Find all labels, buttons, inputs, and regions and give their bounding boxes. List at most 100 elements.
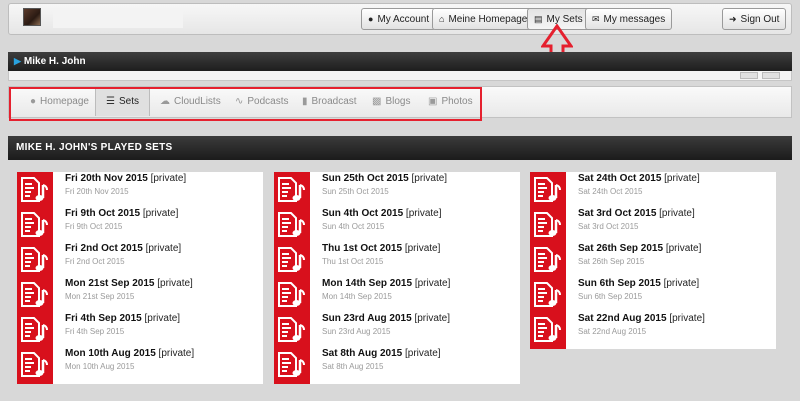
expand-triangle-icon[interactable]: ▶ [14,56,21,66]
set-title-text: Sat 3rd Oct 2015 [578,208,657,219]
set-list-item[interactable]: Sat 22nd Aug 2015 [private] Sat 22nd Aug … [530,312,776,347]
panel-control[interactable] [740,72,758,79]
privacy-label: [private] [669,313,705,324]
my-account-button[interactable]: ● My Account [361,8,437,30]
set-date: Sun 4th Oct 2015 [322,222,385,231]
set-title-text: Mon 10th Aug 2015 [65,348,156,359]
sets-column: Fri 20th Nov 2015 [private] Fri 20th Nov … [17,172,263,384]
set-title-text: Fri 9th Oct 2015 [65,208,141,219]
set-title-text: Sun 4th Oct 2015 [322,208,404,219]
envelope-icon: ✉ [592,14,600,24]
set-list-item[interactable]: Fri 2nd Oct 2015 [private] Fri 2nd Oct 20… [17,242,263,277]
set-title[interactable]: Thu 1st Oct 2015 [private] [322,243,440,254]
set-title-text: Sun 25th Oct 2015 [322,173,409,184]
privacy-label: [private] [405,208,442,219]
set-title[interactable]: Fri 4th Sep 2015 [private] [65,313,180,324]
tabs-highlight-annotation [9,87,482,121]
privacy-label: [private] [158,348,195,359]
music-playlist-icon [276,351,306,378]
set-title[interactable]: Fri 2nd Oct 2015 [private] [65,243,181,254]
set-list-item[interactable]: Fri 4th Sep 2015 [private] Fri 4th Sep 20… [17,312,263,347]
set-title[interactable]: Sun 6th Sep 2015 [private] [578,278,699,289]
section-title: MIKE H. JOHN'S PLAYED SETS [8,136,792,160]
set-title[interactable]: Sat 26th Sep 2015 [private] [578,243,701,254]
privacy-label: [private] [664,173,700,184]
set-title[interactable]: Fri 9th Oct 2015 [private] [65,208,178,219]
set-list-item[interactable]: Sun 4th Oct 2015 [private] Sun 4th Oct 20… [274,207,520,242]
music-playlist-icon [276,316,306,343]
set-title[interactable]: Sun 4th Oct 2015 [private] [322,208,442,219]
music-playlist-icon [19,281,49,308]
music-playlist-icon [19,351,49,378]
set-date: Thu 1st Oct 2015 [322,257,384,266]
sets-column: Sat 24th Oct 2015 [private] Sat 24th Oct … [530,172,776,349]
set-title-text: Thu 1st Oct 2015 [322,243,403,254]
music-playlist-icon [532,176,562,203]
avatar[interactable] [23,8,41,26]
set-date: Mon 21st Sep 2015 [65,292,135,301]
set-title-text: Fri 20th Nov 2015 [65,173,148,184]
privacy-label: [private] [414,278,451,289]
set-list-item[interactable]: Mon 14th Sep 2015 [private] Mon 14th Sep … [274,277,520,312]
set-list-item[interactable]: Mon 21st Sep 2015 [private] Mon 21st Sep … [17,277,263,312]
privacy-label: [private] [414,313,451,324]
set-list-item[interactable]: Sun 6th Sep 2015 [private] Sun 6th Sep 20… [530,277,776,312]
set-date: Mon 10th Aug 2015 [65,362,135,371]
set-date: Sun 25th Oct 2015 [322,187,389,196]
privacy-label: [private] [405,348,441,359]
panel-control[interactable] [762,72,780,79]
music-playlist-icon [532,316,562,343]
music-playlist-icon [19,246,49,273]
set-title-text: Sat 26th Sep 2015 [578,243,664,254]
meine-homepage-button[interactable]: ⌂ Meine Homepage [432,8,535,30]
set-title[interactable]: Sat 24th Oct 2015 [private] [578,173,700,184]
music-playlist-icon [532,211,562,238]
profile-name-bar: ▶ Mike H. John [8,52,792,71]
set-list-item[interactable]: Sat 8th Aug 2015 [private] Sat 8th Aug 20… [274,347,520,382]
set-date: Fri 4th Sep 2015 [65,327,125,336]
user-icon: ● [368,14,374,24]
music-playlist-icon [19,316,49,343]
set-date: Sun 23rd Aug 2015 [322,327,391,336]
set-title-text: Fri 2nd Oct 2015 [65,243,143,254]
set-list-item[interactable]: Sat 26th Sep 2015 [private] Sat 26th Sep … [530,242,776,277]
profile-name-panel [8,71,792,81]
username-placeholder [53,10,183,28]
set-list-item[interactable]: Sun 25th Oct 2015 [private] Sun 25th Oct … [274,172,520,207]
set-date: Sun 6th Sep 2015 [578,292,643,301]
privacy-label: [private] [157,278,193,289]
set-title[interactable]: Sun 25th Oct 2015 [private] [322,173,447,184]
my-messages-button[interactable]: ✉ My messages [585,8,673,30]
music-playlist-icon [276,246,306,273]
set-date: Sat 3rd Oct 2015 [578,222,639,231]
set-list-item[interactable]: Fri 20th Nov 2015 [private] Fri 20th Nov … [17,172,263,207]
set-date: Fri 20th Nov 2015 [65,187,129,196]
set-list-item[interactable]: Sun 23rd Aug 2015 [private] Sun 23rd Aug … [274,312,520,347]
set-title[interactable]: Mon 14th Sep 2015 [private] [322,278,450,289]
set-date: Sat 24th Oct 2015 [578,187,643,196]
music-playlist-icon [276,281,306,308]
sign-out-button[interactable]: ➜ Sign Out [722,8,787,30]
set-date: Mon 14th Sep 2015 [322,292,392,301]
set-title[interactable]: Fri 20th Nov 2015 [private] [65,173,186,184]
privacy-label: [private] [145,243,182,254]
set-title[interactable]: Sun 23rd Aug 2015 [private] [322,313,450,324]
set-date: Fri 9th Oct 2015 [65,222,123,231]
set-title[interactable]: Mon 21st Sep 2015 [private] [65,278,193,289]
set-title[interactable]: Sat 8th Aug 2015 [private] [322,348,441,359]
home-icon: ⌂ [439,14,445,24]
set-title-text: Mon 14th Sep 2015 [322,278,413,289]
privacy-label: [private] [663,278,700,289]
set-title[interactable]: Mon 10th Aug 2015 [private] [65,348,194,359]
set-list-item[interactable]: Mon 10th Aug 2015 [private] Mon 10th Aug … [17,347,263,382]
set-title[interactable]: Sat 3rd Oct 2015 [private] [578,208,695,219]
set-list-item[interactable]: Thu 1st Oct 2015 [private] Thu 1st Oct 20… [274,242,520,277]
privacy-label: [private] [144,313,181,324]
privacy-label: [private] [150,173,187,184]
sign-out-icon: ➜ [729,14,737,24]
set-list-item[interactable]: Sat 3rd Oct 2015 [private] Sat 3rd Oct 20… [530,207,776,242]
music-playlist-icon [532,246,562,273]
set-list-item[interactable]: Sat 24th Oct 2015 [private] Sat 24th Oct … [530,172,776,207]
set-list-item[interactable]: Fri 9th Oct 2015 [private] Fri 9th Oct 20… [17,207,263,242]
set-title[interactable]: Sat 22nd Aug 2015 [private] [578,313,705,324]
